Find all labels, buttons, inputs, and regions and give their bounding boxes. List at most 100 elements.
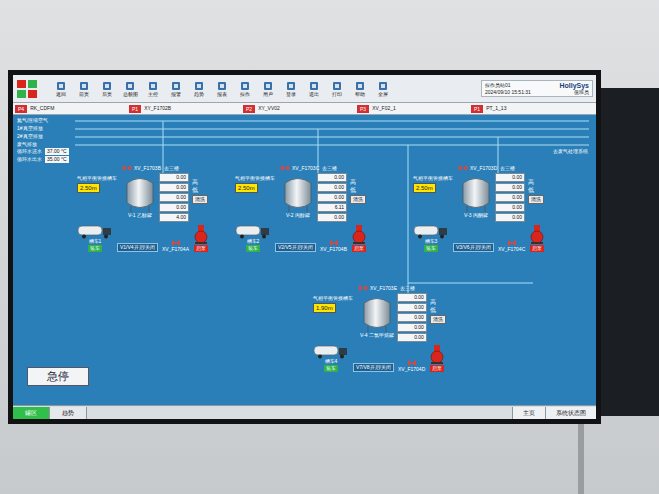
tank-group: XV_F1703B去三楼气相平衡管接槽车2.50mV-1 乙醇罐0.000.00… bbox=[77, 165, 209, 252]
vent-label: 去三楼 bbox=[164, 166, 179, 171]
reading-cell: 0.00 bbox=[495, 193, 525, 202]
toolbar-button[interactable]: 趋势 bbox=[188, 81, 210, 97]
alarm-item[interactable]: P1XY_F1702B bbox=[129, 105, 237, 113]
toolbar-icon bbox=[240, 81, 250, 91]
tank-group: XV_F1703E去三楼气相平衡管接槽车1.90mV-4 二氯甲烷罐0.000.… bbox=[313, 285, 446, 372]
valve-icon[interactable] bbox=[508, 240, 516, 246]
nav-button[interactable]: 主页 bbox=[512, 407, 545, 419]
truck-label: 槽车4 bbox=[325, 359, 338, 364]
toolbar-icon bbox=[286, 81, 296, 91]
level-box: 2.50m bbox=[413, 183, 436, 193]
valve-icon[interactable] bbox=[281, 165, 289, 171]
tank-name: V-2 丙醇罐 bbox=[286, 213, 310, 218]
valve-icon[interactable] bbox=[172, 240, 180, 246]
toolbar-button[interactable]: 主控 bbox=[142, 81, 164, 97]
toolbar-button[interactable]: 后页 bbox=[96, 81, 118, 97]
reading-cell: 0.00 bbox=[397, 333, 427, 342]
toolbar-button[interactable]: 操作 bbox=[234, 81, 256, 97]
tab[interactable]: 趋势 bbox=[50, 407, 87, 419]
brand: HollySys bbox=[559, 82, 589, 89]
switch-box[interactable]: V2/V5开启/关闭 bbox=[275, 243, 316, 252]
exhaust-label: 去废气处理系统 bbox=[553, 149, 588, 154]
reading-cell: 4.00 bbox=[159, 213, 189, 222]
toolbar-button[interactable]: 全屏 bbox=[372, 81, 394, 97]
gas-label: 气相平衡管接槽车 bbox=[77, 175, 121, 181]
pump-button[interactable]: 启泵 bbox=[530, 245, 544, 252]
toolbar-icon bbox=[378, 81, 388, 91]
screen: 返回前页后页总貌图主控报警趋势报表操作用户登录退出打印帮助全屏操作员站01Hol… bbox=[13, 75, 596, 419]
pump-icon[interactable] bbox=[351, 225, 367, 245]
pump-icon[interactable] bbox=[429, 345, 445, 365]
monitor-stand bbox=[578, 420, 584, 494]
alarm-item[interactable]: P2XY_VV02 bbox=[243, 105, 351, 113]
toolbar-button[interactable]: 用户 bbox=[257, 81, 279, 97]
pump-icon[interactable] bbox=[193, 225, 209, 245]
reading-cell: 0.00 bbox=[397, 303, 427, 312]
logo-icon bbox=[16, 79, 38, 99]
tag-label: XV_F1703E bbox=[370, 286, 397, 291]
toolbar-icon bbox=[194, 81, 204, 91]
vent-label: 去三楼 bbox=[400, 286, 415, 291]
toolbar-button[interactable]: 返回 bbox=[50, 81, 72, 97]
nav-button[interactable]: 系统状态图 bbox=[545, 407, 596, 419]
reading-cell: 0.00 bbox=[317, 213, 347, 222]
vessel-icon bbox=[282, 173, 314, 213]
alarm-item[interactable]: P1PT_1_13 bbox=[471, 105, 579, 113]
reading-cell: 0.00 bbox=[159, 173, 189, 182]
vessel-icon bbox=[361, 293, 393, 333]
load-button[interactable]: 装车 bbox=[324, 365, 338, 372]
clean-button[interactable]: 清洗 bbox=[192, 195, 208, 204]
alarm-item[interactable]: P3XV_F02_1 bbox=[357, 105, 465, 113]
gas-label: 气相平衡管接槽车 bbox=[313, 295, 357, 301]
reading-cell: 0.00 bbox=[397, 293, 427, 302]
pump-button[interactable]: 启泵 bbox=[430, 365, 444, 372]
toolbar-button[interactable]: 打印 bbox=[326, 81, 348, 97]
pipe-label: 1#真空排放 bbox=[17, 125, 73, 132]
load-button[interactable]: 装车 bbox=[424, 245, 438, 252]
clean-button[interactable]: 清洗 bbox=[350, 195, 366, 204]
clean-button[interactable]: 清洗 bbox=[430, 315, 446, 324]
reading-cell: 0.00 bbox=[495, 173, 525, 182]
toolbar-button[interactable]: 报表 bbox=[211, 81, 233, 97]
pipe-label: 废气排放 bbox=[17, 141, 73, 148]
clean-button[interactable]: 清洗 bbox=[528, 195, 544, 204]
valve-icon[interactable] bbox=[123, 165, 131, 171]
load-button[interactable]: 装车 bbox=[88, 245, 102, 252]
valve-icon[interactable] bbox=[408, 360, 416, 366]
estop-button[interactable]: 急停 bbox=[27, 367, 89, 386]
valve-icon[interactable] bbox=[359, 285, 367, 291]
toolbar-button[interactable]: 报警 bbox=[165, 81, 187, 97]
tank-name: V-3 丙酮罐 bbox=[464, 213, 488, 218]
toolbar-button[interactable]: 总貌图 bbox=[119, 81, 141, 97]
valve-icon[interactable] bbox=[330, 240, 338, 246]
vessel-icon bbox=[460, 173, 492, 213]
reading-cell: 0.00 bbox=[495, 203, 525, 212]
toolbar-icon bbox=[148, 81, 158, 91]
toolbar-icon bbox=[56, 81, 66, 91]
gas-label: 气相平衡管接槽车 bbox=[235, 175, 279, 181]
switch-box[interactable]: V1/V4开启/关闭 bbox=[117, 243, 158, 252]
truck-icon bbox=[313, 344, 349, 359]
tab[interactable]: 罐区 bbox=[13, 407, 50, 419]
truck-icon bbox=[413, 224, 449, 239]
valve-tag: XV_F1704B bbox=[320, 247, 347, 252]
toolbar-button[interactable]: 退出 bbox=[303, 81, 325, 97]
truck-icon bbox=[235, 224, 271, 239]
limit-label: 低 bbox=[528, 187, 544, 193]
pump-button[interactable]: 启泵 bbox=[194, 245, 208, 252]
pump-icon[interactable] bbox=[529, 225, 545, 245]
reading-cell: 0.00 bbox=[317, 183, 347, 192]
alarm-item[interactable]: P4RK_CDFM bbox=[15, 105, 123, 113]
load-button[interactable]: 装车 bbox=[246, 245, 260, 252]
toolbar-button[interactable]: 前页 bbox=[73, 81, 95, 97]
alarm-strip: P4RK_CDFM P1XY_F1702B P2XY_VV02 P3XV_F02_1 P… bbox=[13, 103, 596, 115]
toolbar-icon bbox=[217, 81, 227, 91]
valve-icon[interactable] bbox=[459, 165, 467, 171]
toolbar-button[interactable]: 帮助 bbox=[349, 81, 371, 97]
toolbar-button[interactable]: 登录 bbox=[280, 81, 302, 97]
switch-box[interactable]: V3/V6开启/关闭 bbox=[453, 243, 494, 252]
toolbar-icon bbox=[263, 81, 273, 91]
level-box: 2.50m bbox=[77, 183, 100, 193]
pump-button[interactable]: 启泵 bbox=[352, 245, 366, 252]
switch-box[interactable]: V7/V8开启/关闭 bbox=[353, 363, 394, 372]
